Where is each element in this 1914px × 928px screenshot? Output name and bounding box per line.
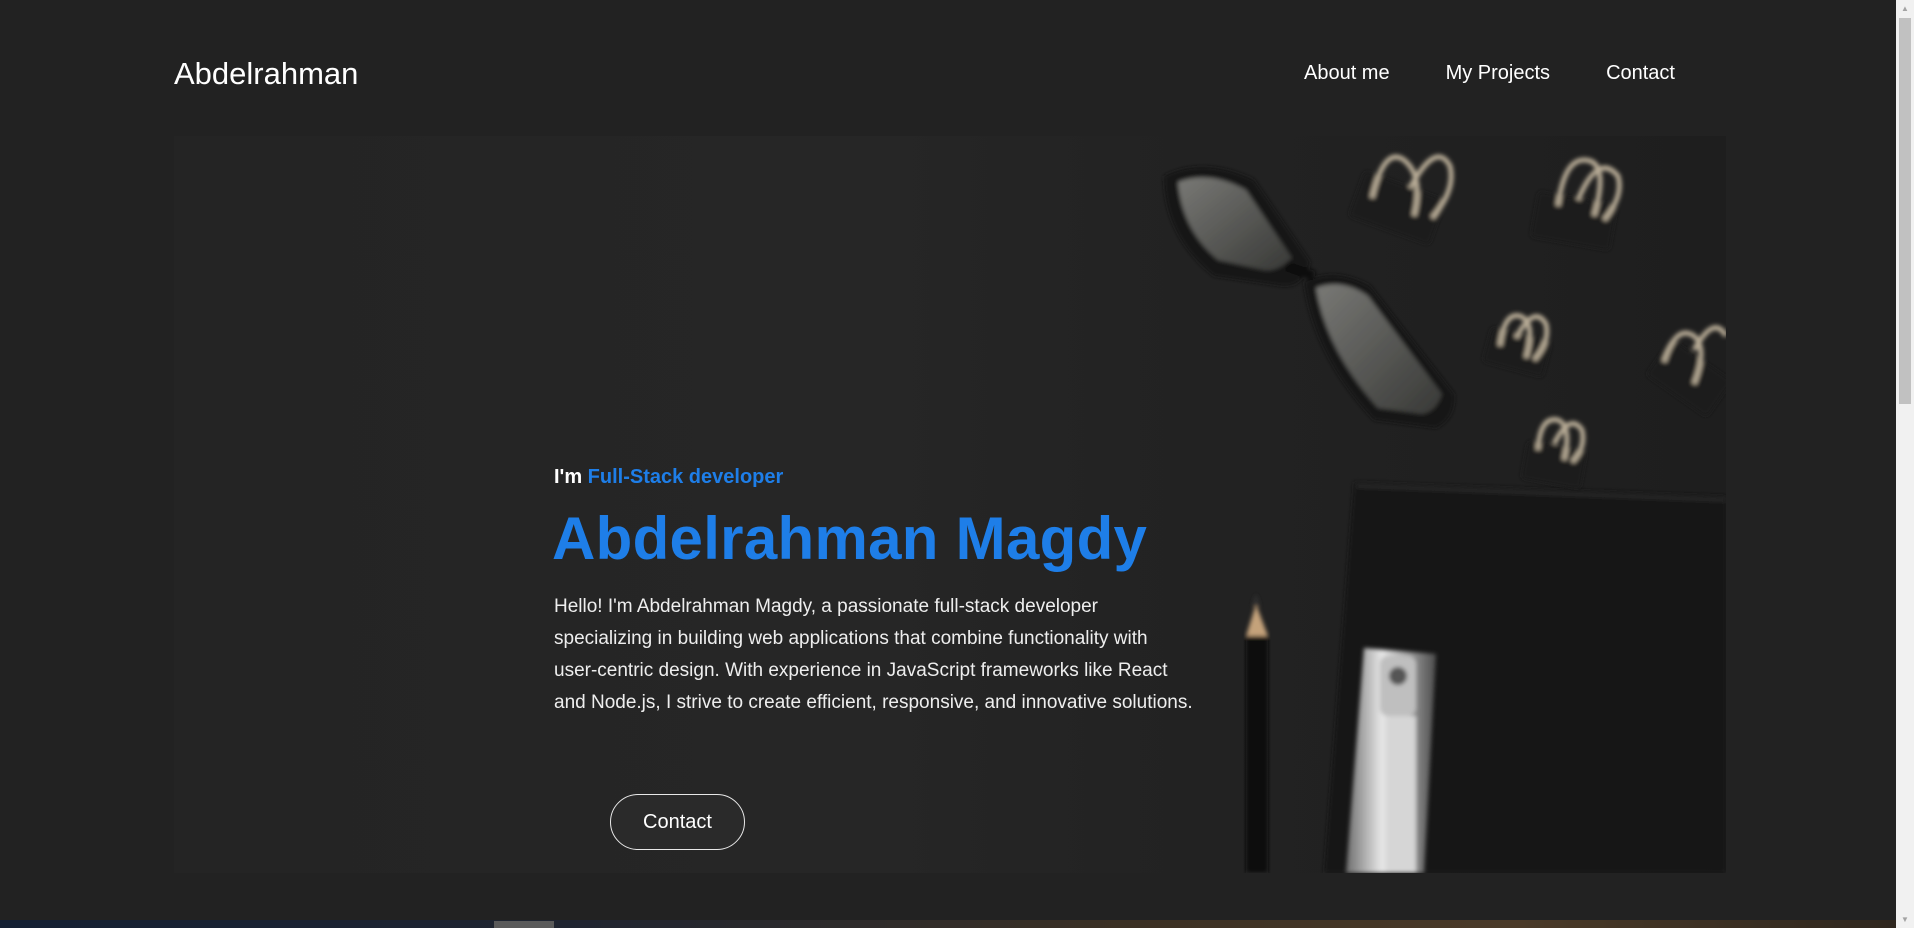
page: Abdelrahman About me My Projects Contact [0, 0, 1896, 928]
binder-clip-icon [1349, 154, 1726, 489]
nav-link-about[interactable]: About me [1304, 62, 1390, 85]
hero-section: I'm Full-Stack developer Abdelrahman Mag… [174, 136, 1726, 873]
hero-intro-prefix: I'm [554, 466, 583, 488]
scroll-up-arrow-icon[interactable]: ▲ [1896, 0, 1914, 17]
next-section-preview [0, 920, 1896, 928]
vertical-scrollbar[interactable]: ▲ ▼ [1896, 0, 1914, 928]
hero-intro-role: Full-Stack developer [587, 466, 784, 488]
contact-button[interactable]: Contact [610, 794, 745, 850]
next-section-thumbnail [494, 921, 554, 928]
nav-link-projects[interactable]: My Projects [1446, 62, 1550, 85]
hero-headline: Abdelrahman Magdy [552, 505, 1148, 572]
brand-logo[interactable]: Abdelrahman [174, 56, 358, 92]
hero-bio: Hello! I'm Abdelrahman Magdy, a passiona… [554, 596, 1193, 713]
pencil-icon [1246, 594, 1268, 873]
nav-link-contact[interactable]: Contact [1606, 62, 1675, 85]
scroll-down-arrow-icon[interactable]: ▼ [1896, 911, 1914, 928]
nav-links: About me My Projects Contact [1248, 62, 1675, 85]
navbar: Abdelrahman About me My Projects Contact [0, 0, 1896, 140]
scrollbar-thumb[interactable] [1899, 18, 1911, 404]
hero-intro: I'm Full-Stack developer [554, 466, 783, 489]
